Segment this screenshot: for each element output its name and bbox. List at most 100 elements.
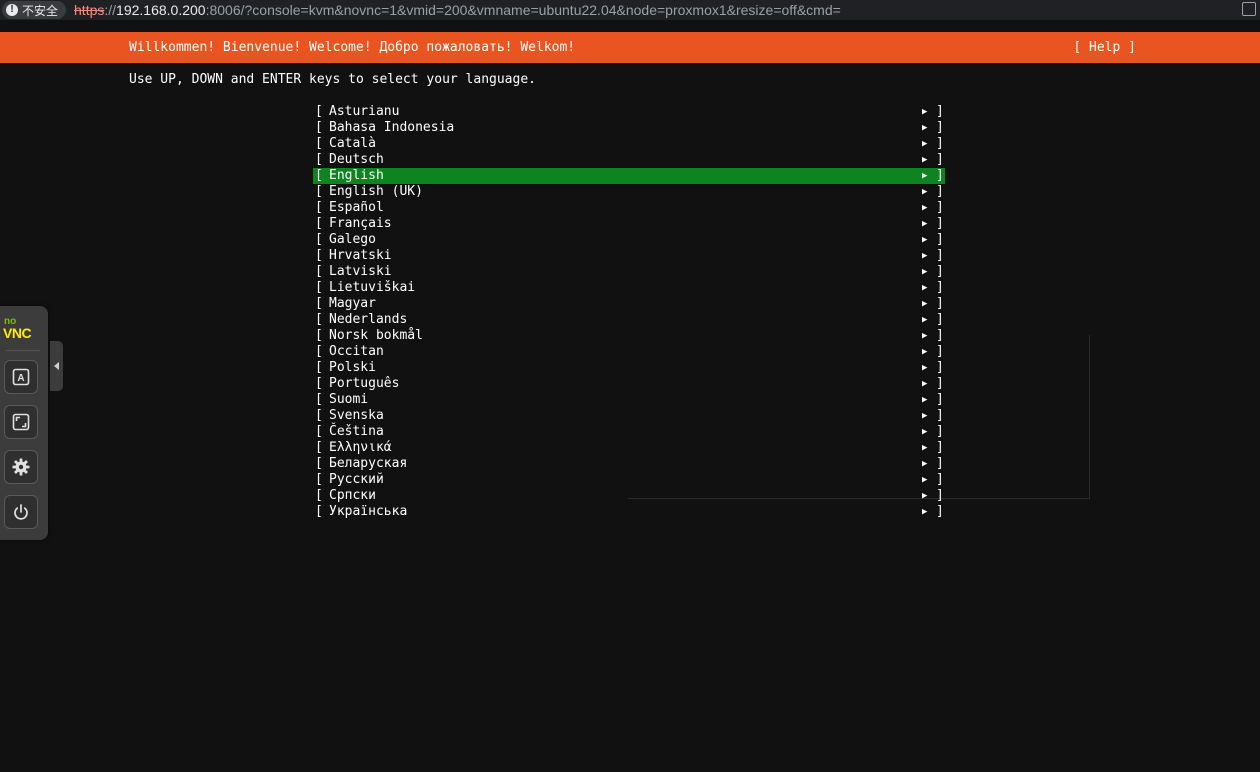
url-scheme: https: [74, 2, 105, 18]
language-item[interactable]: [Ελληνικά ▶]: [313, 440, 945, 456]
language-item[interactable]: [English (UK) ▶]: [313, 184, 945, 200]
item-right-bracket: ]: [936, 488, 944, 503]
language-item[interactable]: [Čeština ▶]: [313, 424, 945, 440]
item-right-bracket: ]: [936, 232, 944, 247]
language-label: English: [329, 168, 384, 183]
language-item[interactable]: [Français ▶]: [313, 216, 945, 232]
language-item[interactable]: [Lietuviškai ▶]: [313, 280, 945, 296]
item-left-bracket: [: [315, 184, 323, 199]
language-item[interactable]: [Asturianu ▶]: [313, 104, 945, 120]
logo-vnc: VNC: [3, 325, 32, 341]
language-label: Norsk bokmål: [329, 328, 423, 343]
svg-text:A: A: [17, 373, 24, 384]
language-label: Català: [329, 136, 376, 151]
item-left-bracket: [: [315, 168, 323, 183]
fullscreen-icon: [12, 413, 30, 431]
bar-spacer: [0, 20, 1260, 32]
language-item[interactable]: [Català ▶]: [313, 136, 945, 152]
language-label: Русский: [329, 472, 384, 487]
language-item[interactable]: [Latviski ▶]: [313, 264, 945, 280]
item-right-bracket: ]: [936, 392, 944, 407]
item-left-bracket: [: [315, 200, 323, 215]
language-label: Deutsch: [329, 152, 384, 167]
language-item[interactable]: [Українська ▶]: [313, 504, 945, 520]
arrow-right-icon: ▶: [922, 331, 928, 341]
language-item[interactable]: [Беларуская ▶]: [313, 456, 945, 472]
language-item[interactable]: [English ▶]: [313, 168, 945, 184]
language-label: Latviski: [329, 264, 392, 279]
item-left-bracket: [: [315, 104, 323, 119]
item-right-bracket: ]: [936, 408, 944, 423]
url-field[interactable]: https://192.168.0.200:8006/?console=kvm&…: [74, 2, 841, 18]
arrow-right-icon: ▶: [922, 235, 928, 245]
fullscreen-button[interactable]: [4, 405, 38, 439]
language-label: Occitan: [329, 344, 384, 359]
item-right-bracket: ]: [936, 456, 944, 471]
item-left-bracket: [: [315, 504, 323, 519]
language-label: Беларуская: [329, 456, 408, 471]
keyboard-icon: A: [12, 368, 30, 386]
language-label: Asturianu: [329, 104, 400, 119]
language-label: Hrvatski: [329, 248, 392, 263]
url-separator: ://: [104, 2, 117, 18]
language-item[interactable]: [Српски ▶]: [313, 488, 945, 504]
item-left-bracket: [: [315, 248, 323, 263]
arrow-right-icon: ▶: [922, 267, 928, 277]
arrow-right-icon: ▶: [922, 171, 928, 181]
language-label: Bahasa Indonesia: [329, 120, 455, 135]
item-right-bracket: ]: [936, 216, 944, 231]
language-label: English (UK): [329, 184, 423, 199]
language-label: Svenska: [329, 408, 384, 423]
help-button[interactable]: [ Help ]: [1073, 40, 1136, 55]
language-item[interactable]: [Occitan ▶]: [313, 344, 945, 360]
language-item[interactable]: [Norsk bokmål ▶]: [313, 328, 945, 344]
language-item[interactable]: [Русский ▶]: [313, 472, 945, 488]
language-item[interactable]: [Nederlands ▶]: [313, 312, 945, 328]
language-item[interactable]: [ Suomi ▶]: [313, 392, 945, 408]
language-label: Српски: [329, 488, 376, 503]
instructions-text: Use UP, DOWN and ENTER keys to select yo…: [129, 72, 536, 87]
warning-icon: !: [6, 4, 18, 16]
item-right-bracket: ]: [936, 104, 944, 119]
language-label: Français: [329, 216, 392, 231]
item-left-bracket: [: [315, 232, 323, 247]
security-indicator[interactable]: ! 不安全: [2, 1, 67, 19]
item-right-bracket: ]: [936, 344, 944, 359]
arrow-right-icon: ▶: [922, 411, 928, 421]
url-path: :8006/?console=kvm&novnc=1&vmid=200&vmna…: [205, 2, 841, 18]
language-label: Nederlands: [329, 312, 408, 327]
language-item[interactable]: [Español ▶]: [313, 200, 945, 216]
item-right-bracket: ]: [936, 472, 944, 487]
control-bar-handle[interactable]: [50, 341, 63, 391]
language-item[interactable]: [Hrvatski ▶]: [313, 248, 945, 264]
item-right-bracket: ]: [936, 280, 944, 295]
language-item[interactable]: [Magyar ▶]: [313, 296, 945, 312]
arrow-right-icon: ▶: [922, 251, 928, 261]
power-button[interactable]: [4, 495, 38, 529]
item-left-bracket: [: [315, 408, 323, 423]
language-item[interactable]: [Deutsch ▶]: [313, 152, 945, 168]
arrow-right-icon: ▶: [922, 219, 928, 229]
language-label: Čeština: [329, 424, 384, 439]
translate-icon[interactable]: [1242, 2, 1256, 16]
language-item[interactable]: [ Svenska ▶]: [313, 408, 945, 424]
item-left-bracket: [: [315, 488, 323, 503]
item-right-bracket: ]: [936, 376, 944, 391]
language-label: Українська: [329, 504, 408, 519]
arrow-right-icon: ▶: [922, 187, 928, 197]
settings-button[interactable]: [4, 450, 38, 484]
language-item[interactable]: [Polski ▶]: [313, 360, 945, 376]
item-right-bracket: ]: [936, 136, 944, 151]
language-item[interactable]: [Português ▶]: [313, 376, 945, 392]
arrow-right-icon: ▶: [922, 363, 928, 373]
language-item[interactable]: [Bahasa Indonesia ▶]: [313, 120, 945, 136]
keyboard-button[interactable]: A: [4, 360, 38, 394]
item-left-bracket: [: [315, 392, 323, 407]
language-item[interactable]: [Galego ▶]: [313, 232, 945, 248]
arrow-right-icon: ▶: [922, 347, 928, 357]
language-label: Lietuviškai: [329, 280, 416, 295]
language-label: Português: [329, 376, 400, 391]
arrow-right-icon: ▶: [922, 395, 928, 405]
item-right-bracket: ]: [936, 120, 944, 135]
language-label: Suomi: [329, 392, 369, 407]
